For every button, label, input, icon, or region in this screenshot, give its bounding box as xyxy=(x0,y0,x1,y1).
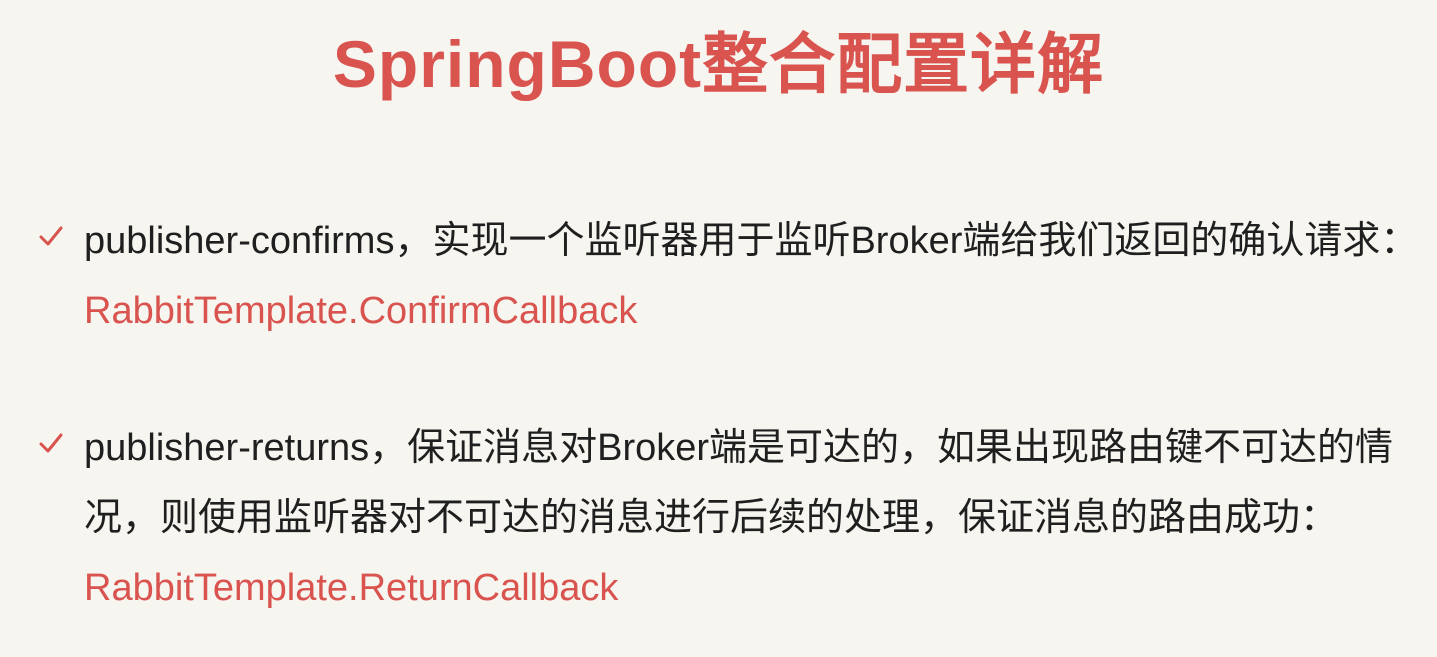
callback-class-name: RabbitTemplate.ConfirmCallback xyxy=(84,290,638,332)
bullet-text: publisher-returns，保证消息对Broker端是可达的，如果出现路… xyxy=(84,427,1394,469)
bullet-text-continued: 况，则使用监听器对不可达的消息进行后续的处理，保证消息的路由成功： xyxy=(84,497,1339,539)
bullet-text: publisher-confirms，实现一个监听器用于监听Broker端给我们… xyxy=(84,220,1419,262)
slide-title: SpringBoot整合配置详解 xyxy=(332,27,1105,101)
slide: SpringBoot整合配置详解 publisher-confirms，实现一个… xyxy=(0,0,1437,657)
check-icon xyxy=(38,431,64,457)
callback-class-name: RabbitTemplate.ReturnCallback xyxy=(84,567,619,609)
check-icon xyxy=(38,224,64,250)
